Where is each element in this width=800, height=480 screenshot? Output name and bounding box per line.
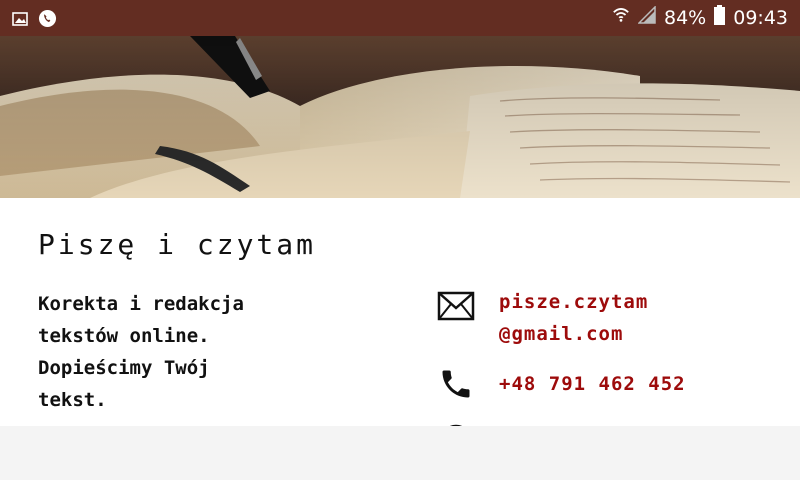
battery-text: 84% bbox=[664, 7, 707, 29]
clock: 09:43 bbox=[733, 7, 788, 29]
image-icon bbox=[12, 11, 28, 30]
info-card: Piszę i czytam Korekta i redakcja tekstó… bbox=[0, 198, 800, 456]
description-line: tekstów online. bbox=[38, 325, 210, 347]
email-link[interactable]: pisze.czytam @gmail.com bbox=[499, 286, 648, 350]
battery-icon bbox=[714, 5, 726, 31]
description-line: tekst. bbox=[38, 389, 107, 411]
phone-call-icon bbox=[38, 9, 57, 32]
system-status: 84% 09:43 bbox=[612, 5, 788, 31]
description-line: Korekta i redakcja bbox=[38, 293, 244, 315]
phone-contact[interactable]: +48 791 462 452 bbox=[436, 364, 685, 404]
header-books-image bbox=[0, 36, 800, 198]
email-contact[interactable]: pisze.czytam @gmail.com bbox=[436, 286, 647, 345]
bottom-area bbox=[0, 426, 800, 480]
wifi-icon bbox=[612, 6, 630, 30]
description: Korekta i redakcja tekstów online. Dopie… bbox=[38, 288, 398, 416]
page-title: Piszę i czytam bbox=[38, 228, 317, 261]
phone-icon bbox=[436, 364, 476, 404]
email-line: @gmail.com bbox=[499, 323, 624, 345]
notification-icons bbox=[12, 9, 57, 32]
signal-icon bbox=[637, 5, 656, 30]
phone-link[interactable]: +48 791 462 452 bbox=[499, 368, 686, 400]
envelope-icon bbox=[436, 286, 476, 326]
status-bar: 84% 09:43 bbox=[0, 0, 800, 36]
description-line: Dopieścimy Twój bbox=[38, 357, 210, 379]
email-line: pisze.czytam bbox=[499, 291, 649, 313]
